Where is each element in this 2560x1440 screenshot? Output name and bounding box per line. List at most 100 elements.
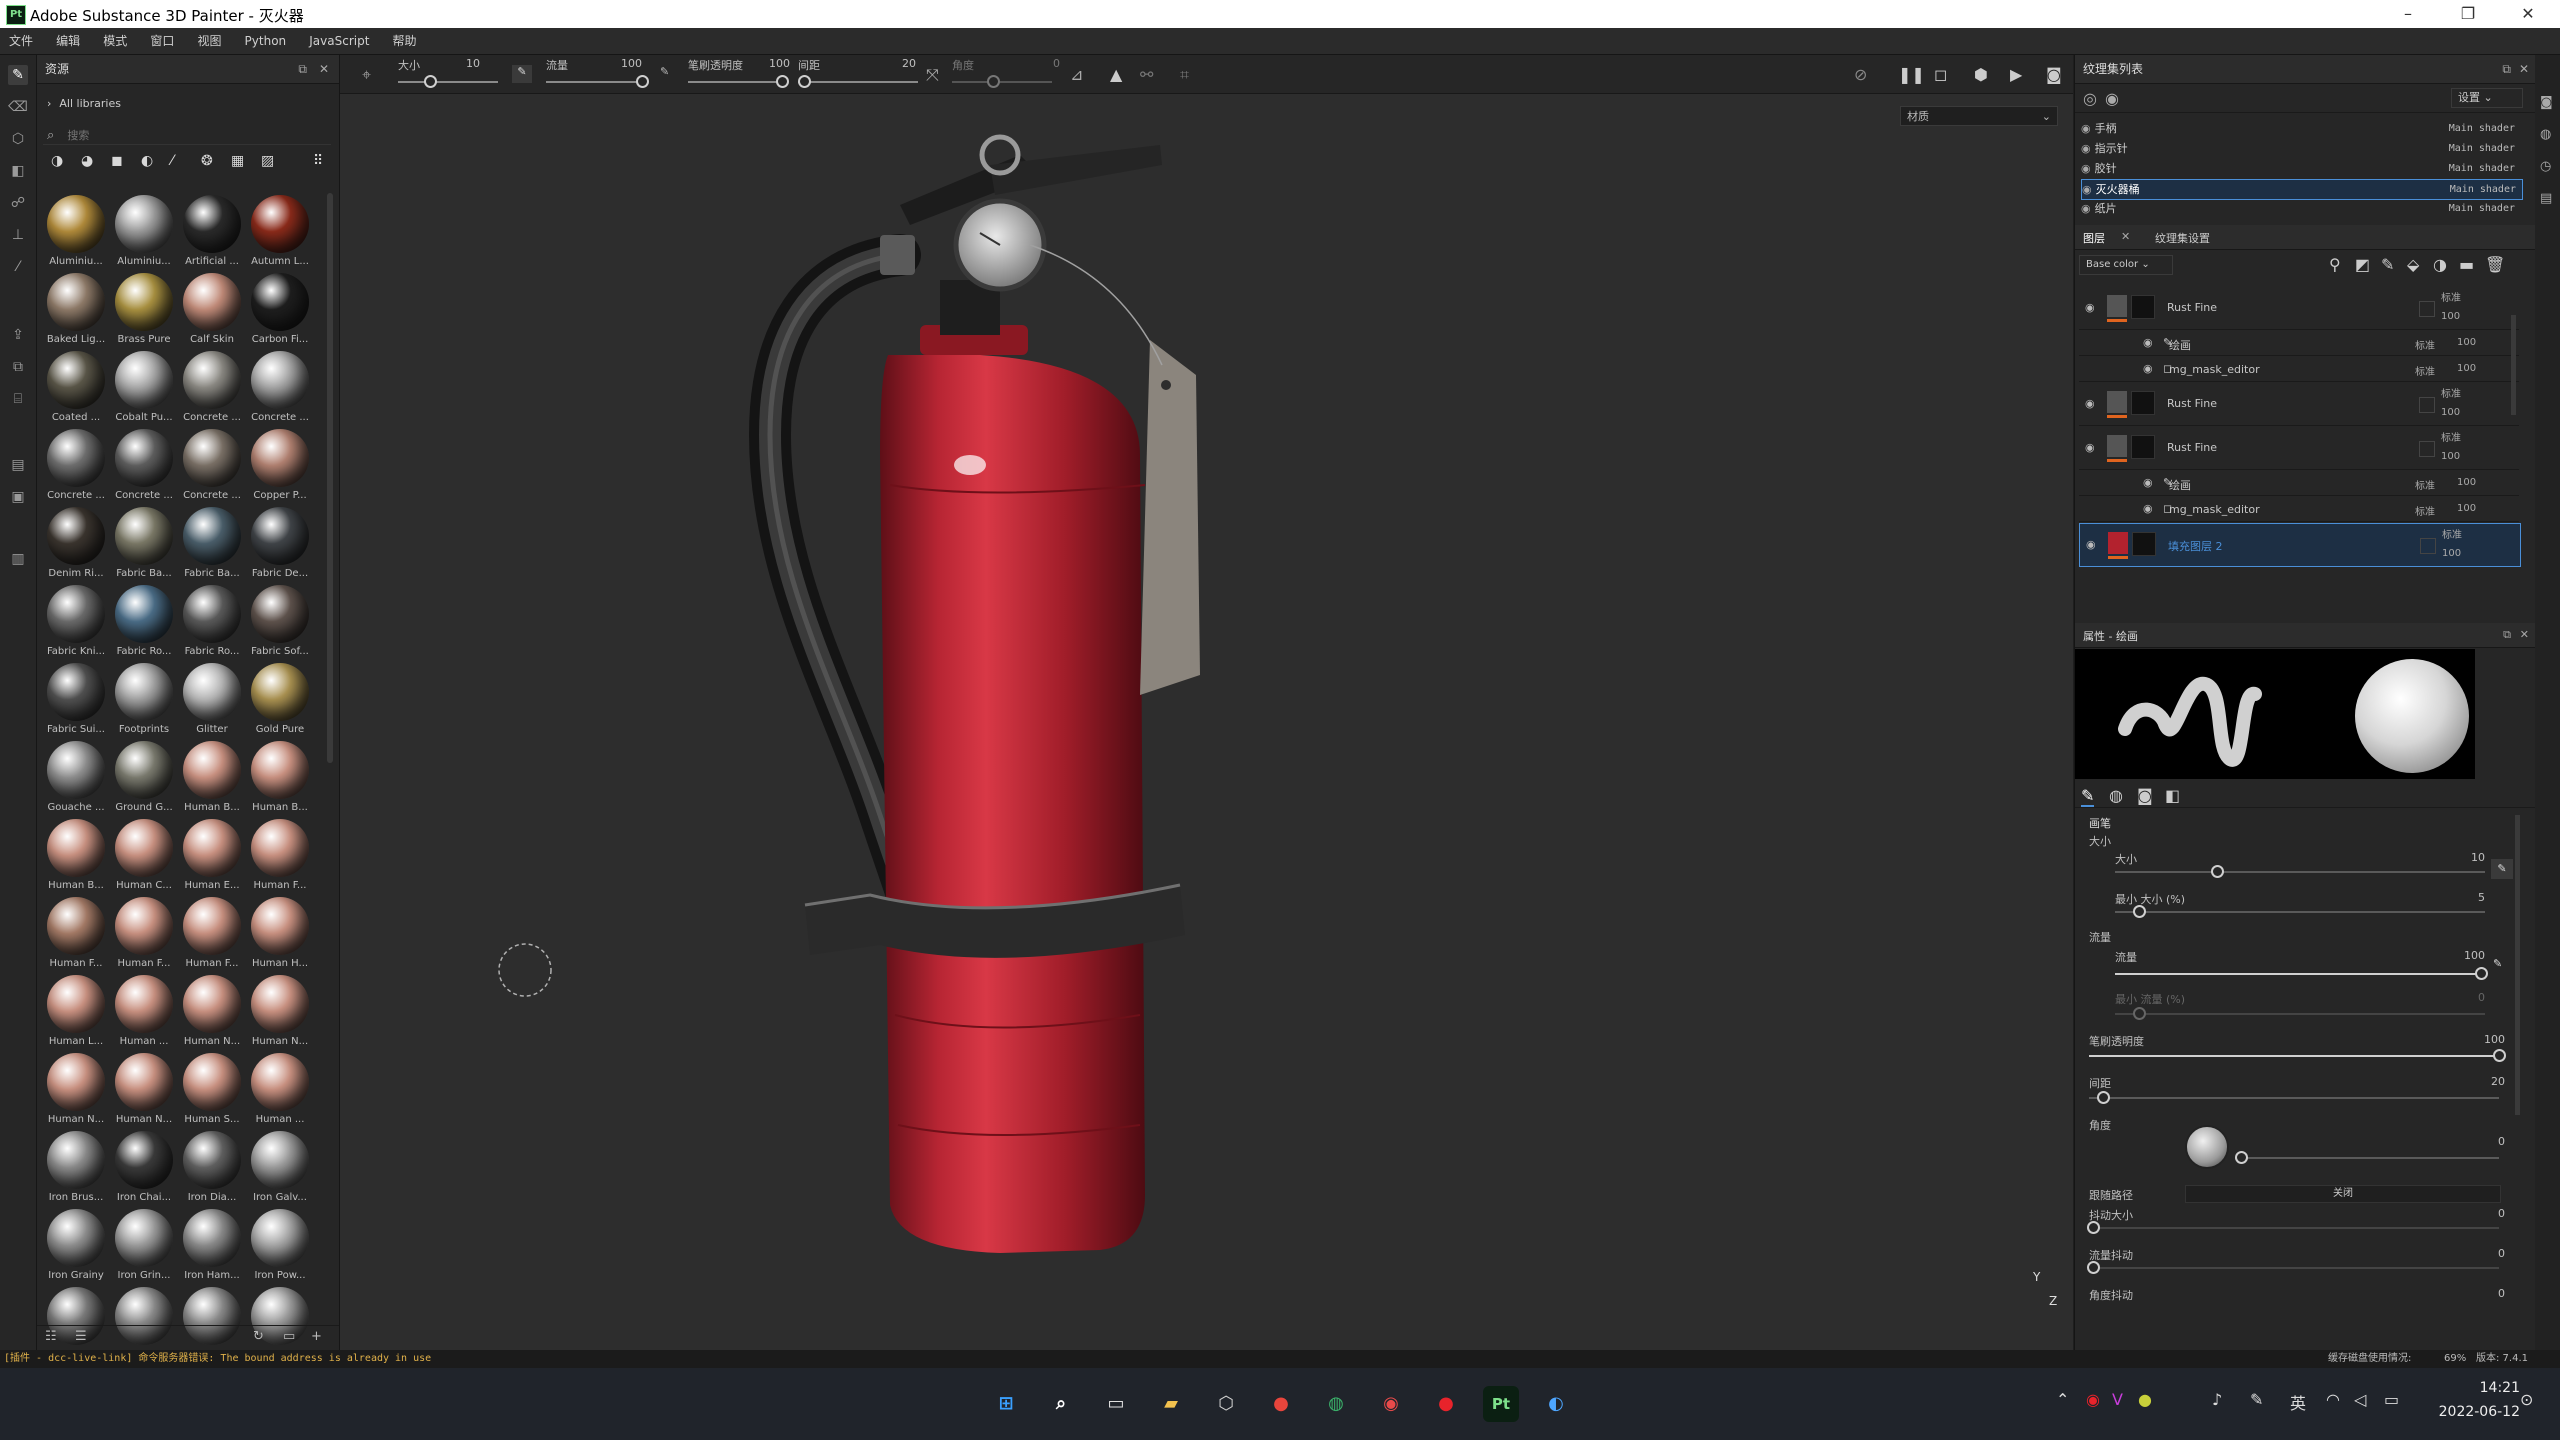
eye-icon[interactable]: ◉ [2085, 397, 2095, 410]
menu-file[interactable]: 文件 [0, 28, 42, 54]
smart-material-icon[interactable]: ◼ [111, 153, 123, 169]
pressure-size-icon[interactable]: ✎ [512, 65, 532, 83]
report-icon[interactable]: ▥ [8, 549, 28, 569]
toolbar-opacity-knob[interactable] [776, 75, 789, 88]
toolbar-spacing-knob[interactable] [798, 75, 811, 88]
eye-icon[interactable]: ◉ [2081, 142, 2091, 155]
volume-icon[interactable]: ◁ [2354, 1390, 2366, 1409]
texture-set-row[interactable]: ◉ 指示针 Main shader [2081, 139, 2521, 158]
material-tile[interactable]: Human ... [111, 975, 177, 1053]
qq-taskbar-icon[interactable]: ◐ [1538, 1386, 1574, 1422]
color-picker-icon[interactable]: ⁄ [8, 257, 28, 277]
material-tile[interactable]: Baked Lig... [43, 273, 109, 351]
flow-jitter-knob[interactable] [2087, 1261, 2100, 1274]
flow-jitter-slider[interactable] [2089, 1267, 2499, 1269]
restore-button[interactable]: ❐ [2440, 2, 2496, 26]
material-tile[interactable]: Iron Dia... [179, 1131, 245, 1209]
material-tile[interactable]: Iron Galv... [247, 1131, 313, 1209]
link-icon[interactable]: ⚯ [1140, 65, 1153, 84]
add-mask-icon[interactable]: ◩ [2355, 255, 2370, 274]
symmetry-icon[interactable]: ⌖ [362, 65, 371, 85]
material-tile[interactable]: Aluminiu... [111, 195, 177, 273]
material-tile[interactable]: Iron Pow... [247, 1209, 313, 1287]
material-mode-dropdown[interactable]: 材质 ⌄ [1900, 106, 2058, 126]
texture-set-settings-dropdown[interactable]: 设置 ⌄ [2451, 88, 2523, 108]
material-tile[interactable]: Iron Ham... [179, 1209, 245, 1287]
eye-icon[interactable]: ◉ [2081, 122, 2091, 135]
material-tab-icon[interactable]: ◧ [2165, 786, 2180, 805]
start-taskbar-icon[interactable]: ⊞ [988, 1386, 1024, 1422]
material-tile[interactable]: Iron Brus... [43, 1131, 109, 1209]
solo-icon[interactable]: ◉ [2105, 89, 2119, 108]
battery-icon[interactable]: ▭ [2384, 1390, 2399, 1409]
brush-tab-icon[interactable]: ✎ [2081, 786, 2095, 807]
record-taskbar-icon[interactable]: ● [1428, 1386, 1464, 1422]
angle-knob[interactable] [2235, 1151, 2248, 1164]
app-tray-icon[interactable]: ● [2138, 1390, 2152, 1409]
layer-checkbox[interactable] [2420, 538, 2436, 554]
material-tile[interactable]: Denim Ri... [43, 507, 109, 585]
materials-filter-icon[interactable]: ◕ [81, 153, 93, 169]
min-flow-slider[interactable] [2115, 1013, 2485, 1015]
angle-dial[interactable] [2185, 1125, 2229, 1169]
angle-slider[interactable] [2235, 1157, 2499, 1159]
material-tile[interactable]: Human B... [179, 741, 245, 819]
size-jitter-knob[interactable] [2087, 1221, 2100, 1234]
layer-opacity[interactable]: 100 [2441, 451, 2460, 462]
clock-time[interactable]: 14:21 [2440, 1380, 2520, 1396]
blend-mode[interactable]: 标准 [2442, 526, 2462, 541]
material-tile[interactable]: Human ... [247, 1053, 313, 1131]
material-tile[interactable]: Concrete ... [43, 429, 109, 507]
size-knob[interactable] [2211, 865, 2224, 878]
polygon-fill-icon[interactable]: ◧ [8, 161, 28, 181]
material-tile[interactable]: Ground G... [111, 741, 177, 819]
texture-set-row[interactable]: ◉ 手柄 Main shader [2081, 119, 2521, 138]
material-tile[interactable]: Footprints [111, 663, 177, 741]
eye-icon[interactable]: ◉ [2143, 336, 2153, 349]
chevron-up-icon[interactable]: ⌃ [2056, 1390, 2069, 1409]
tab-layers[interactable]: 图层 [2083, 230, 2105, 246]
texture-set-row[interactable]: ◉ 胶针 Main shader [2081, 159, 2521, 178]
size-slider[interactable] [2115, 871, 2485, 873]
eye-icon[interactable]: ◉ [2143, 502, 2153, 515]
texture-set-dock-icon[interactable]: ◙ [2540, 95, 2553, 110]
material-tile[interactable]: Fabric Kni... [43, 585, 109, 663]
follow-path-toggle[interactable]: 关闭 [2185, 1185, 2501, 1203]
material-tile[interactable]: Human N... [43, 1053, 109, 1131]
material-tile[interactable]: Iron Grin... [111, 1209, 177, 1287]
layer-checkbox[interactable] [2419, 301, 2435, 317]
material-tile[interactable]: Human N... [247, 975, 313, 1053]
close-icon[interactable]: ✕ [2520, 628, 2529, 641]
eye-icon[interactable]: ◉ [2085, 301, 2095, 314]
lazy-mouse-icon[interactable]: ⤧ [926, 65, 939, 85]
notification-icon[interactable]: ⊙ [2520, 1390, 2533, 1409]
toolbar-flow-knob[interactable] [636, 75, 649, 88]
material-tile[interactable]: Gouache ... [43, 741, 109, 819]
library-breadcrumb[interactable]: › All libraries [47, 97, 121, 110]
material-tile[interactable]: Human B... [43, 819, 109, 897]
eye-icon[interactable]: ◉ [2081, 202, 2091, 215]
close-icon[interactable]: ✕ [319, 55, 329, 83]
blend-mode[interactable]: 标准 [2441, 289, 2461, 304]
alignment-icon[interactable]: ⊿ [1070, 65, 1083, 84]
geometry-mask-icon[interactable]: ⧉ [8, 357, 28, 377]
layer-row[interactable]: ◉ Rust Fine 标准 100 [2079, 427, 2519, 470]
export-icon[interactable]: ▤ [8, 455, 28, 475]
earth-taskbar-icon[interactable]: ◍ [1318, 1386, 1354, 1422]
material-tile[interactable]: Human N... [179, 975, 245, 1053]
hide-icon[interactable]: ⊘ [1854, 65, 1867, 84]
material-tile[interactable]: Concrete ... [111, 429, 177, 507]
material-tile[interactable]: Fabric Ba... [179, 507, 245, 585]
material-tile[interactable]: Fabric Sof... [247, 585, 313, 663]
eye-icon[interactable]: ◉ [2143, 362, 2153, 375]
add-fill-layer-icon[interactable]: ⬙ [2407, 255, 2419, 274]
eye-icon[interactable]: ◉ [2143, 476, 2153, 489]
toolbar-opacity-slider[interactable] [688, 81, 788, 83]
clone-stamp-icon[interactable]: ⊥ [8, 225, 28, 245]
material-tile[interactable]: Calf Skin [179, 273, 245, 351]
menu-window[interactable]: 窗口 [141, 28, 183, 54]
steam-taskbar-icon[interactable]: ◉ [1373, 1386, 1409, 1422]
assets-scrollbar[interactable] [327, 193, 333, 763]
material-tile[interactable]: Copper P... [247, 429, 313, 507]
material-tile[interactable]: Human F... [247, 819, 313, 897]
